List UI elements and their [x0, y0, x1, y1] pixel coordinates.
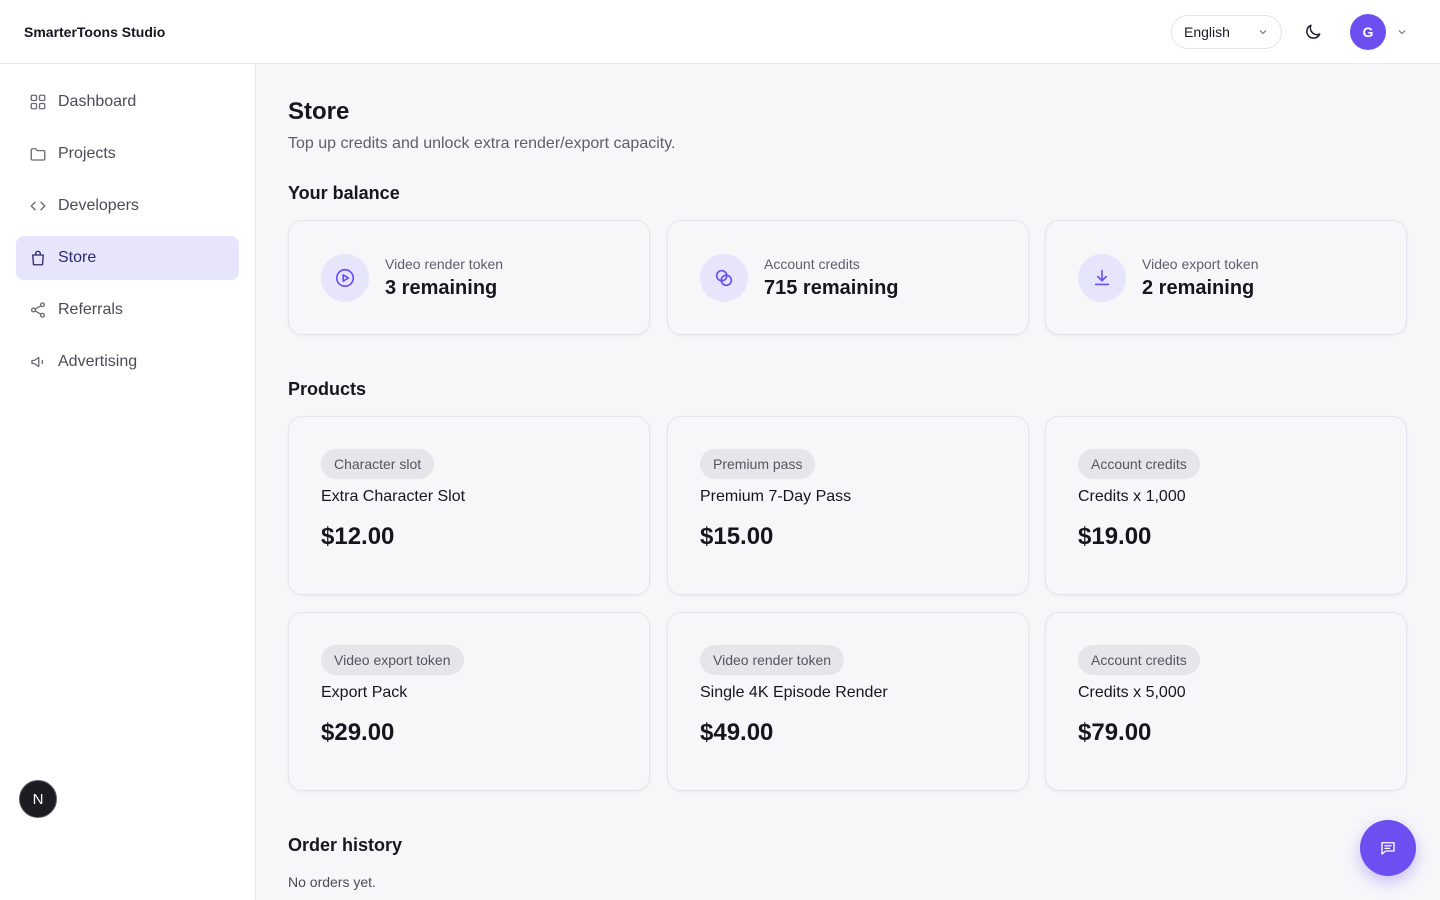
- product-name: Credits x 5,000: [1078, 684, 1186, 701]
- product-tag: Account credits: [1078, 645, 1200, 675]
- sidebar-item-dashboard[interactable]: Dashboard: [16, 80, 239, 124]
- page-subtitle: Top up credits and unlock extra render/e…: [288, 135, 676, 152]
- sidebar-item-label: Advertising: [58, 353, 138, 370]
- chevron-down-icon: [1257, 26, 1269, 38]
- sidebar-item-label: Developers: [58, 197, 139, 214]
- sidebar-item-developers[interactable]: Developers: [16, 184, 239, 228]
- product-name: Premium 7-Day Pass: [700, 488, 852, 505]
- product-tag: Video render token: [700, 645, 845, 675]
- product-card[interactable]: Account credits Credits x 5,000 $79.00: [1045, 612, 1407, 791]
- megaphone-icon: [29, 353, 47, 371]
- balance-card-credits: Account credits 715 remaining: [667, 220, 1029, 335]
- product-name: Single 4K Episode Render: [700, 684, 888, 701]
- product-price: $19.00: [1078, 523, 1152, 550]
- balance-label: Account credits: [764, 255, 860, 272]
- product-tag: Character slot: [321, 449, 435, 479]
- product-name: Credits x 1,000: [1078, 488, 1186, 505]
- product-name: Extra Character Slot: [321, 488, 466, 505]
- chat-icon: [1379, 839, 1397, 857]
- product-card[interactable]: Account credits Credits x 1,000 $19.00: [1045, 416, 1407, 595]
- chevron-down-icon: [1396, 26, 1408, 38]
- page-title: Store: [288, 98, 350, 125]
- product-price: $79.00: [1078, 719, 1152, 746]
- balance-card-export: Video export token 2 remaining: [1045, 220, 1407, 335]
- sidebar: Dashboard Projects Developers Store Refe…: [0, 64, 256, 900]
- balance-value: 2 remaining: [1142, 276, 1255, 299]
- product-name: Export Pack: [321, 684, 408, 701]
- product-price: $29.00: [321, 719, 395, 746]
- products-section-title: Products: [288, 379, 367, 399]
- moon-icon: [1303, 22, 1323, 42]
- language-select-value: English: [1184, 23, 1230, 40]
- sidebar-item-label: Dashboard: [58, 93, 137, 110]
- coins-icon: [700, 253, 748, 302]
- product-price: $15.00: [700, 523, 774, 550]
- play-circle-icon: [321, 253, 369, 302]
- sidebar-item-advertising[interactable]: Advertising: [16, 340, 239, 384]
- shopping-bag-icon: [29, 249, 47, 267]
- sidebar-item-referrals[interactable]: Referrals: [16, 288, 239, 332]
- code-icon: [29, 197, 47, 215]
- product-card[interactable]: Video render token Single 4K Episode Ren…: [667, 612, 1029, 791]
- balance-value: 3 remaining: [385, 276, 498, 299]
- folder-icon: [29, 145, 47, 163]
- product-price: $12.00: [321, 523, 395, 550]
- sidebar-item-label: Projects: [58, 145, 116, 162]
- avatar: G: [1350, 13, 1386, 50]
- chat-button[interactable]: [1360, 820, 1416, 876]
- sidebar-item-label: Store: [58, 249, 97, 266]
- product-card[interactable]: Premium pass Premium 7-Day Pass $15.00: [667, 416, 1029, 595]
- balance-section-title: Your balance: [288, 183, 400, 203]
- product-tag: Premium pass: [700, 449, 816, 479]
- product-tag: Account credits: [1078, 449, 1200, 479]
- brand-name[interactable]: SmarterToons Studio: [24, 24, 165, 40]
- balance-label: Video render token: [385, 255, 504, 272]
- share-icon: [29, 301, 47, 319]
- order-history-title: Order history: [288, 835, 403, 855]
- user-menu[interactable]: G: [1350, 13, 1408, 50]
- dev-tools-badge[interactable]: N: [19, 780, 57, 818]
- sidebar-item-label: Referrals: [58, 301, 123, 318]
- top-bar: SmarterToons Studio English G: [0, 0, 1440, 64]
- topbar-actions: English G: [1171, 13, 1416, 50]
- order-history-empty: No orders yet.: [288, 874, 376, 890]
- balance-card-render: Video render token 3 remaining: [288, 220, 650, 335]
- sidebar-item-projects[interactable]: Projects: [16, 132, 239, 176]
- language-select[interactable]: English: [1171, 14, 1282, 49]
- product-card[interactable]: Character slot Extra Character Slot $12.…: [288, 416, 650, 595]
- product-price: $49.00: [700, 719, 774, 746]
- sidebar-item-store[interactable]: Store: [16, 236, 239, 280]
- product-card[interactable]: Video export token Export Pack $29.00: [288, 612, 650, 791]
- balance-value: 715 remaining: [764, 276, 899, 299]
- balance-label: Video export token: [1142, 255, 1259, 272]
- download-icon: [1078, 253, 1126, 302]
- theme-toggle-button[interactable]: [1296, 15, 1330, 49]
- product-tag: Video export token: [321, 645, 464, 675]
- grid-icon: [29, 93, 47, 111]
